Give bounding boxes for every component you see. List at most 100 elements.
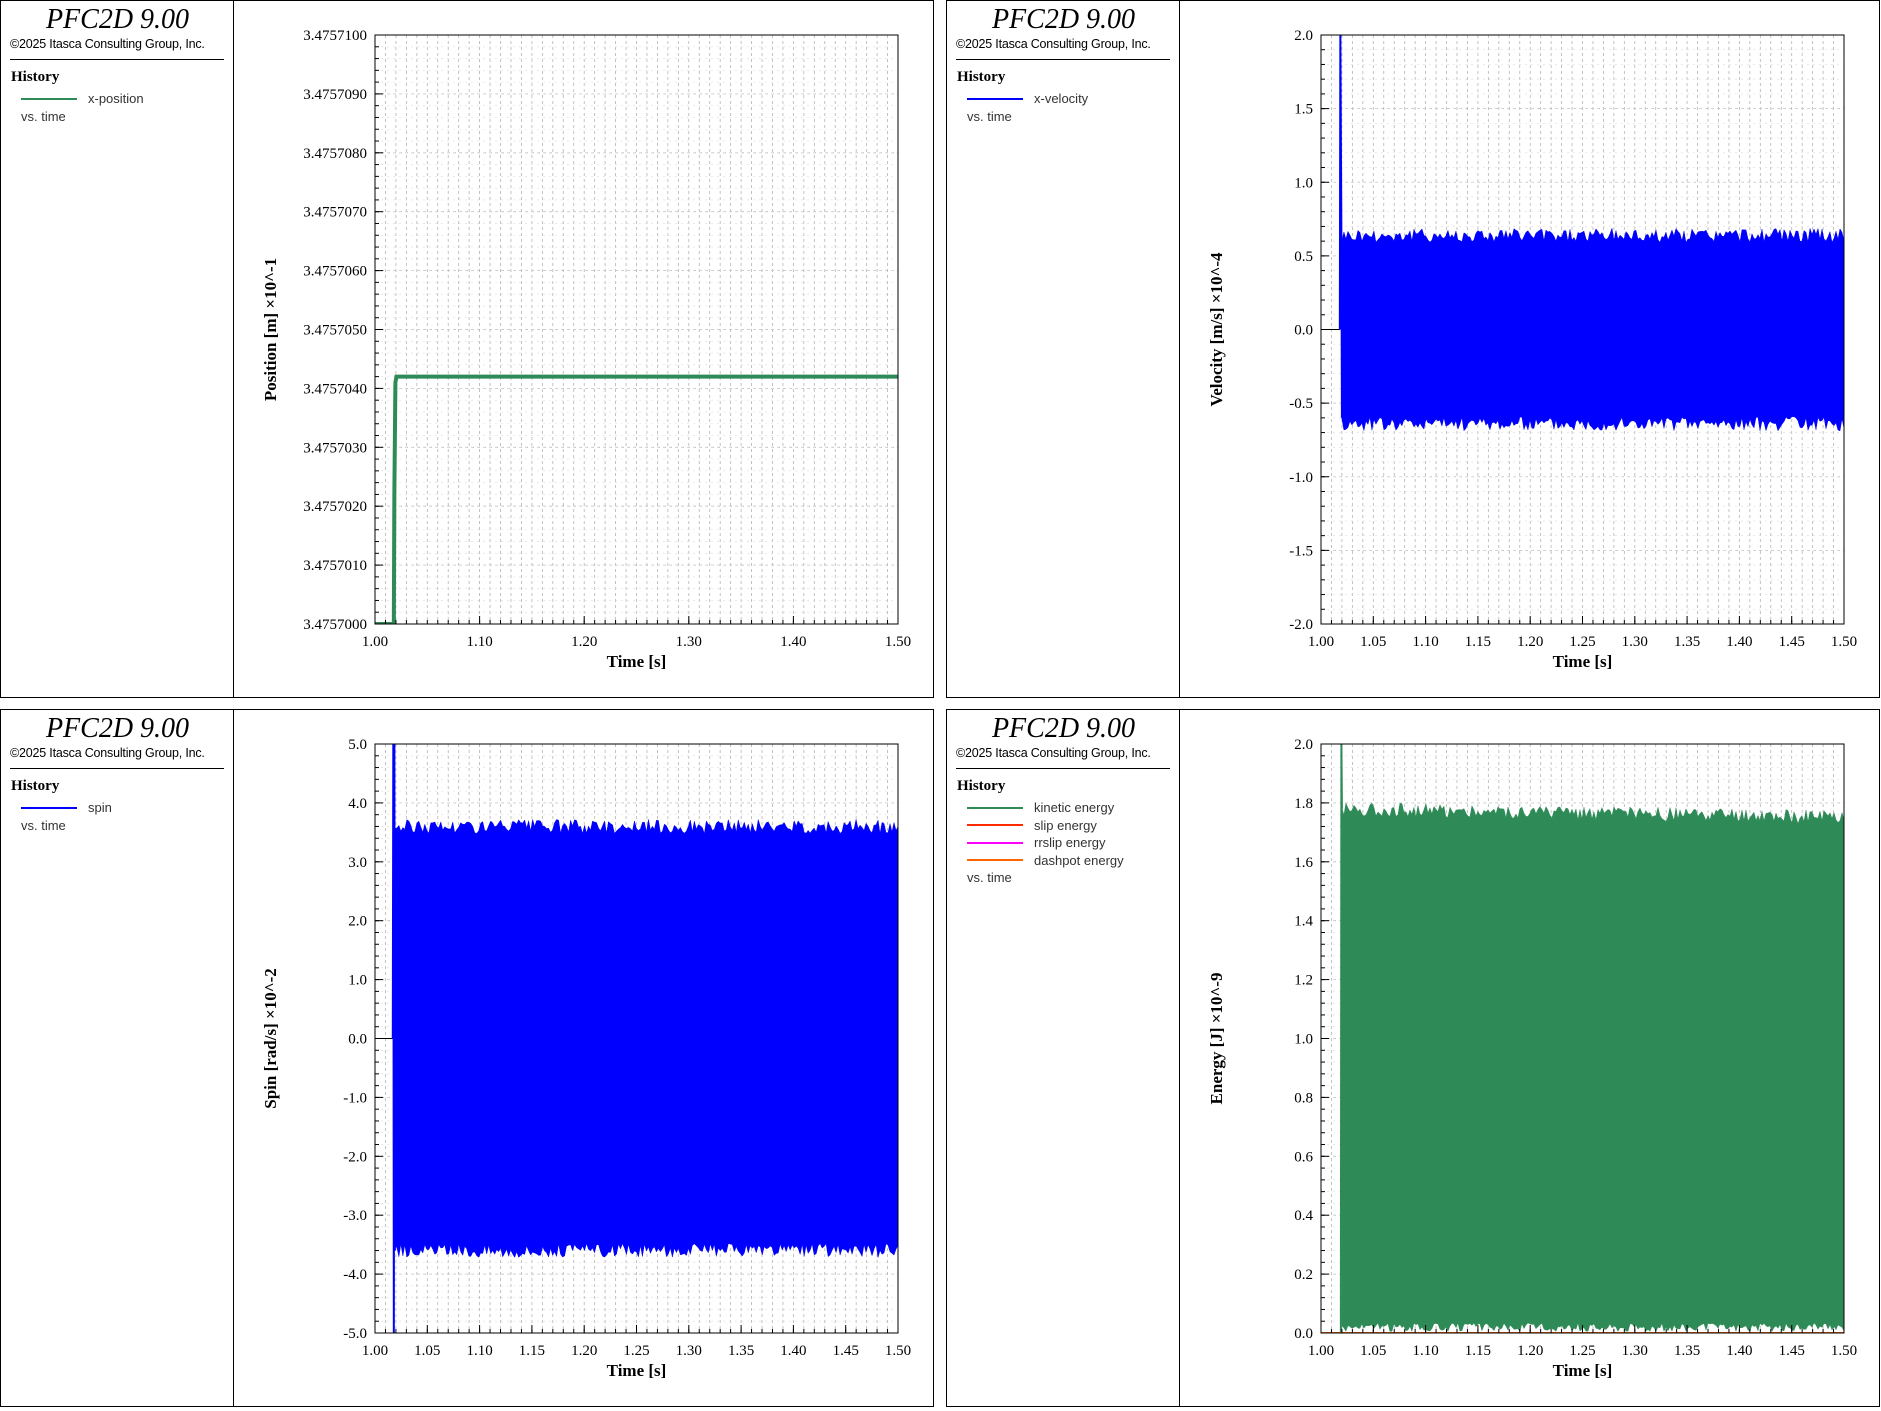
y-axis: 3.4757000 3.4757010 3.4757020 3.4757030 3.47… — [303, 28, 383, 633]
legend-item: spin — [21, 799, 112, 817]
legend-label: rrslip energy — [1034, 835, 1106, 851]
legend-item: rrslip energy — [967, 834, 1124, 852]
x-tick-label: 1.20 — [1517, 634, 1543, 650]
y-tick-label: 3.4757000 — [303, 617, 367, 633]
x-tick-label: 1.15 — [1465, 634, 1491, 650]
series-group — [1321, 35, 1844, 432]
y-axis-label: Velocity [m/s] ×10^-4 — [1207, 252, 1226, 406]
y-tick-label: 1.0 — [348, 973, 367, 989]
y-tick-label: 3.4757070 — [303, 205, 367, 221]
x-axis-label: Time [s] — [607, 1361, 667, 1380]
y-tick-label: 1.4 — [1294, 914, 1313, 930]
x-tick-label: 1.10 — [466, 634, 492, 650]
legend-label: kinetic energy — [1034, 800, 1115, 816]
y-tick-label: -4.0 — [343, 1267, 367, 1283]
history-heading: History — [957, 69, 1006, 85]
copyright-text: ©2025 Itasca Consulting Group, Inc. — [956, 746, 1151, 760]
series-spike — [391, 744, 396, 1333]
divider — [956, 768, 1170, 769]
legend-swatch — [967, 824, 1023, 827]
y-tick-label: 3.4757080 — [303, 146, 367, 162]
y-tick-label: 1.2 — [1294, 973, 1313, 989]
vs-time-label: vs. time — [967, 870, 1012, 885]
series-spike — [1338, 35, 1343, 418]
app-title: PFC2D 9.00 — [45, 713, 190, 744]
y-tick-label: 0.5 — [1294, 249, 1313, 265]
vs-time-label: vs. time — [967, 108, 1012, 124]
y-tick-label: 3.4757010 — [303, 558, 367, 574]
y-tick-label: -2.0 — [1289, 617, 1313, 633]
legend-swatch — [21, 806, 77, 809]
history-panel-velocity: PFC2D 9.00 ©2025 Itasca Consulting Group… — [946, 0, 1880, 698]
legend-list: kinetic energy slip energy rrslip energy… — [967, 799, 1124, 885]
y-axis: -5.0 -4.0 -3.0 -2.0 -1.0 0.0 1.0 2.0 3.0 4.0 5.0 — [343, 737, 383, 1342]
x-tick-label: 1.45 — [1779, 1343, 1805, 1359]
x-tick-label: 1.20 — [571, 634, 597, 650]
x-tick-label: 1.25 — [1569, 1343, 1595, 1359]
y-tick-label: 3.4757100 — [303, 28, 367, 44]
x-tick-label: 1.40 — [780, 1343, 806, 1359]
y-tick-label: 3.4757040 — [303, 381, 367, 397]
legend-label: spin — [88, 800, 112, 816]
vs-time-label: vs. time — [21, 817, 66, 833]
y-tick-label: 0.0 — [348, 1032, 367, 1048]
y-tick-label: -5.0 — [343, 1326, 367, 1342]
history-panel-position: PFC2D 9.00 ©2025 Itasca Consulting Group… — [0, 0, 934, 698]
legend-column: PFC2D 9.00 ©2025 Itasca Consulting Group… — [1, 710, 234, 1406]
app-title: PFC2D 9.00 — [991, 713, 1136, 744]
legend-label: dashpot energy — [1034, 852, 1124, 868]
legend-item: x-position — [21, 90, 144, 108]
y-tick-label: -0.5 — [1289, 396, 1313, 412]
legend-column: PFC2D 9.00 ©2025 Itasca Consulting Group… — [1, 1, 234, 697]
x-tick-label: 1.10 — [1412, 1343, 1438, 1359]
y-tick-label: 1.0 — [1294, 1032, 1313, 1048]
x-axis: 1.00 1.05 1.10 1.15 1.20 1.25 1.30 1.35 1.40 1.45… — [362, 1325, 911, 1359]
x-tick-label: 1.05 — [1360, 1343, 1386, 1359]
x-axis-label: Time [s] — [607, 652, 667, 671]
legend-label: x-position — [88, 91, 144, 107]
legend-column: PFC2D 9.00 ©2025 Itasca Consulting Group… — [947, 1, 1180, 697]
legend-label: slip energy — [1034, 817, 1097, 833]
y-axis: -2.0 -1.5 -1.0 -0.5 0.0 0.5 1.0 1.5 2.0 — [1289, 28, 1329, 633]
history-heading: History — [11, 69, 60, 85]
x-tick-label: 1.00 — [362, 634, 388, 650]
x-tick-label: 1.50 — [885, 1343, 911, 1359]
y-axis-label: Energy [J] ×10^-9 — [1207, 973, 1226, 1105]
y-tick-label: 5.0 — [348, 737, 367, 753]
y-tick-label: 0.8 — [1294, 1090, 1313, 1106]
velocity-chart: 1.00 1.05 1.10 1.15 1.20 1.25 1.30 1.35 1.40 1.45… — [1207, 28, 1857, 671]
history-heading: History — [11, 778, 60, 794]
y-tick-label: -3.0 — [343, 1208, 367, 1224]
x-tick-label: 1.40 — [1726, 634, 1752, 650]
x-tick-label: 1.00 — [1308, 1343, 1334, 1359]
series-oscillation-band — [394, 819, 898, 1258]
legend-label: x-velocity — [1034, 91, 1089, 107]
y-tick-label: 0.2 — [1294, 1267, 1313, 1283]
position-chart: 1.00 1.10 1.20 1.30 1.40 1.503.47570003.47570… — [261, 28, 911, 671]
legend-list: x-position vs. time — [21, 90, 144, 124]
legend-list: spin vs. time — [21, 799, 112, 833]
y-axis-label: Position [m] ×10^-1 — [261, 258, 280, 401]
history-panel-energy: PFC2D 9.00 ©2025 Itasca Consulting Group… — [946, 709, 1880, 1407]
x-tick-label: 1.50 — [1831, 634, 1857, 650]
y-tick-label: 4.0 — [348, 796, 367, 812]
divider — [10, 59, 224, 60]
x-tick-label: 1.15 — [519, 1343, 545, 1359]
legend-item: kinetic energy — [967, 799, 1124, 817]
x-tick-label: 1.00 — [1308, 634, 1334, 650]
grid — [374, 34, 899, 625]
x-tick-label: 1.20 — [571, 1343, 597, 1359]
y-tick-label: 0.0 — [1294, 323, 1313, 339]
y-axis: 0.0 0.2 0.4 0.6 0.8 1.0 1.2 1.4 1.6 1.8 2.0 — [1294, 737, 1329, 1342]
y-tick-label: 2.0 — [1294, 28, 1313, 44]
y-tick-label: -1.0 — [343, 1090, 367, 1106]
history-heading: History — [957, 778, 1006, 794]
legend-list: x-velocity vs. time — [967, 90, 1088, 124]
y-tick-label: 3.0 — [348, 855, 367, 871]
x-tick-label: 1.35 — [1674, 634, 1700, 650]
history-panel-spin: PFC2D 9.00 ©2025 Itasca Consulting Group… — [0, 709, 934, 1407]
x-tick-label: 1.30 — [676, 1343, 702, 1359]
x-tick-label: 1.40 — [780, 634, 806, 650]
legend-column: PFC2D 9.00 ©2025 Itasca Consulting Group… — [947, 710, 1180, 1406]
legend-item: slip energy — [967, 817, 1124, 835]
